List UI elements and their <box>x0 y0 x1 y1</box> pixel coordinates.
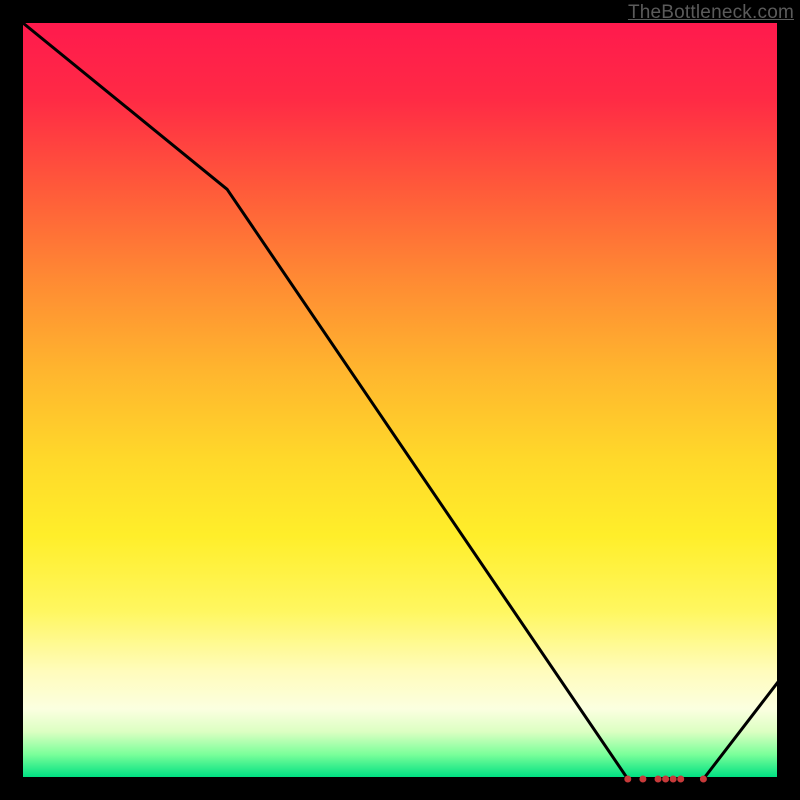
curve-marker <box>662 776 669 783</box>
curve-marker <box>670 776 677 783</box>
bottleneck-line <box>23 23 779 779</box>
attribution-link[interactable]: TheBottleneck.com <box>628 2 794 24</box>
curve-path <box>23 23 779 779</box>
curve-marker <box>655 776 662 783</box>
curve-marker <box>700 776 707 783</box>
curve-marker <box>639 776 646 783</box>
chart-stage: TheBottleneck.com <box>0 0 800 800</box>
curve-marker <box>677 776 684 783</box>
plot-area <box>22 22 778 778</box>
curve-marker <box>624 776 631 783</box>
